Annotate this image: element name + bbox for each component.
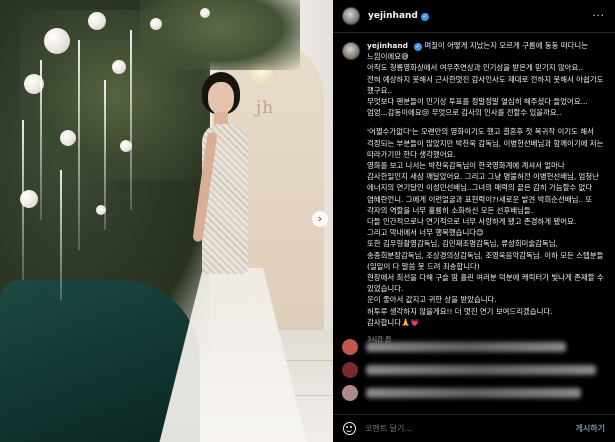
caption-line: 그리고 막내에서 너무 행복했습니다😊 <box>367 228 484 238</box>
avatar[interactable] <box>342 7 360 25</box>
comment-row[interactable] <box>342 358 606 381</box>
gown-skirt <box>158 268 308 442</box>
comment-row[interactable] <box>342 335 606 358</box>
tinsel-strand <box>104 80 106 230</box>
commenter-avatar[interactable] <box>342 384 358 401</box>
commenter-avatar[interactable] <box>342 361 358 378</box>
caption-line: 아직도 청룡영화상에서 여우주연상과 인기상을 받은게 믿기지 않아요.. <box>367 63 583 73</box>
comment-bar: 게시하기 <box>333 414 615 442</box>
caption-line: 전혀 예상하지 못해서 근사한멋진 감사인사도 제대로 전하지 못해서 아쉽기도… <box>367 74 604 95</box>
caption-area: yejinhand ✓ 며칠이 어떻게 지났는지 모르게 구름에 둥둥 떠다니는 … <box>333 40 615 370</box>
blurred-comment-text <box>366 387 581 398</box>
caption-line: 영화를 보고 나서는 박찬욱감독님이 한국영화계에 계셔서 얼마나 감사한일인지… <box>367 161 599 215</box>
caption: yejinhand ✓ 며칠이 어떻게 지났는지 모르게 구름에 둥둥 떠다니는 … <box>367 40 605 345</box>
caption-line: 감사합니다🙏💗 <box>367 317 420 327</box>
blurred-comment-text <box>366 341 566 352</box>
post-comment-button[interactable]: 게시하기 <box>576 423 605 434</box>
commenter-avatar[interactable] <box>342 338 358 355</box>
person-in-gown <box>150 72 308 442</box>
post-header: yejinhand ✓ ··· <box>333 0 615 33</box>
caption-line: 운이 좋아서 값지고 귀한 상을 받았습니다. <box>367 295 497 305</box>
verified-badge-icon: ✓ <box>420 13 429 21</box>
tree-foliage-top <box>140 0 300 70</box>
tinsel-strand <box>78 40 80 250</box>
caption-line: '어쩔수가없다'는 오랜만의 영화이기도 했고 결혼후 첫 복귀작 이기도 해서… <box>367 127 604 159</box>
ornament <box>60 130 76 146</box>
comment-input[interactable] <box>365 424 545 433</box>
tinsel-strand <box>60 170 62 300</box>
ornament <box>88 12 106 30</box>
more-options-icon[interactable]: ··· <box>592 11 605 22</box>
caption-line: 또한 김우형촬영감독님, 김민재조명감독님, 류성희미술감독님, 송종희분장감독… <box>367 239 604 271</box>
ornament <box>112 60 126 74</box>
post-side-panel: yejinhand ✓ ··· yejinhand ✓ 며칠이 어떻게 지났는지 모… <box>333 0 615 442</box>
caption-username-link[interactable]: yejinhand <box>367 41 408 50</box>
caption-avatar[interactable] <box>342 42 360 60</box>
next-image-button[interactable]: › <box>312 211 328 227</box>
post-photo[interactable]: jh › <box>0 0 333 442</box>
tinsel-strand <box>130 30 132 210</box>
tinsel-strand <box>40 60 42 220</box>
face <box>208 82 234 114</box>
comment-list <box>342 335 606 404</box>
emoji-icon[interactable] <box>343 422 356 435</box>
caption-line: 무엇보다 팬분들이 인기상 투표를 정말정말 열심히 해주셨다 들었어요...엄… <box>367 97 588 118</box>
verified-badge-icon: ✓ <box>413 43 422 51</box>
blurred-comment-text <box>366 364 596 375</box>
caption-line: 다들 인간적으로나 연기적으로 너무 사랑하게 됐고 존경하게 됐어요. <box>367 217 577 227</box>
ornament <box>150 18 162 30</box>
caption-line: 현장에서 최선을 다해 구슬 땀 흘린 여러분 덕분에 캐릭터가 빛나게 존재할… <box>367 273 604 294</box>
username-link[interactable]: yejinhand ✓ <box>368 11 429 21</box>
tinsel-strand <box>22 120 24 280</box>
caption-line: 허투루 생각하지 않을게요!! 더 멋진 연기 보여드리겠습니다. <box>367 306 553 316</box>
ornament <box>200 8 210 18</box>
comment-row[interactable] <box>342 381 606 404</box>
ornament <box>44 28 70 54</box>
